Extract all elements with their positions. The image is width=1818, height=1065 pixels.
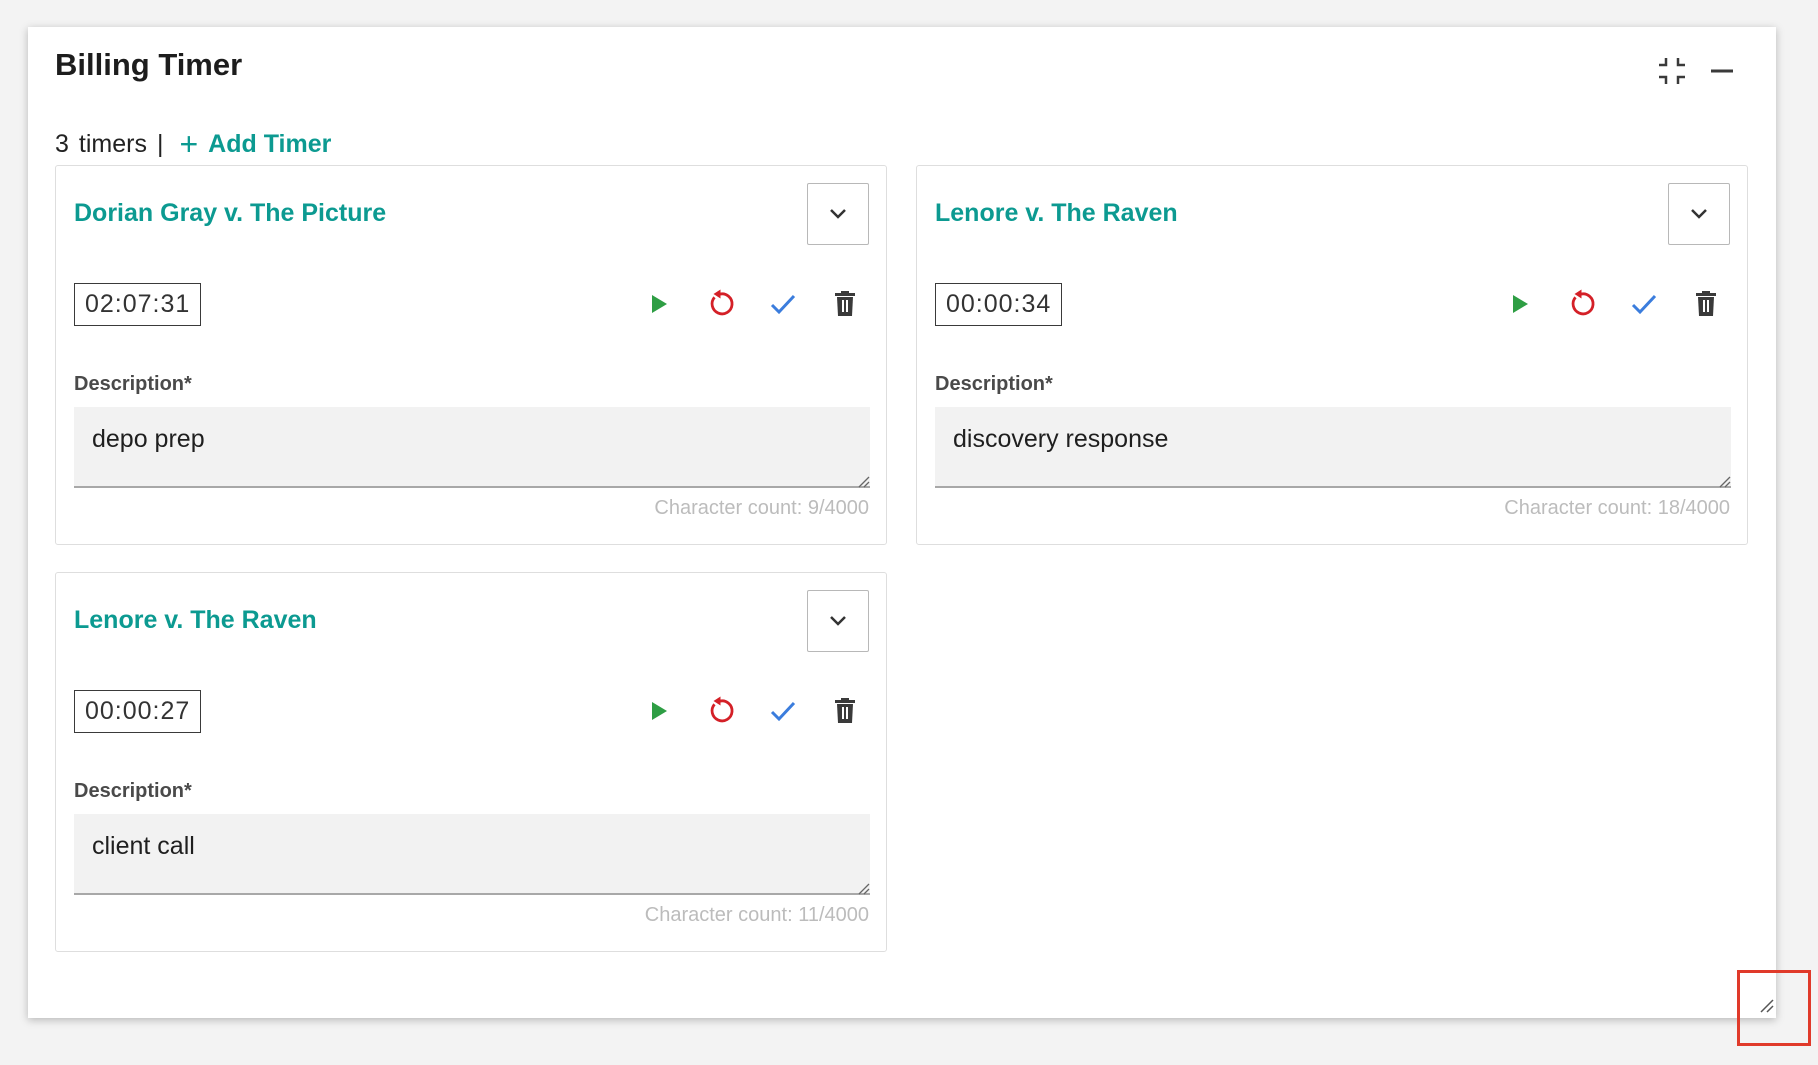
textarea-resize-grip-icon[interactable] <box>858 476 870 488</box>
play-button[interactable] <box>1496 280 1544 328</box>
timer-count: 3 <box>55 129 69 158</box>
description-field[interactable]: client call <box>74 814 870 895</box>
timer-card: Lenore v. The Raven 00:00:34 Description… <box>916 165 1748 545</box>
reset-button[interactable] <box>1558 280 1606 328</box>
reset-icon <box>710 696 734 723</box>
description-label: Description* <box>74 780 192 802</box>
timer-dropdown-button[interactable] <box>807 590 869 652</box>
confirm-button[interactable] <box>759 687 807 735</box>
description-field[interactable]: discovery response <box>935 407 1731 488</box>
add-timer-button[interactable]: + Add Timer <box>179 128 331 160</box>
panel-controls <box>1652 51 1742 91</box>
timer-dropdown-button[interactable] <box>807 183 869 245</box>
trash-icon <box>835 291 855 316</box>
description-label: Description* <box>935 373 1053 395</box>
check-icon <box>770 294 796 315</box>
delete-button[interactable] <box>1682 280 1730 328</box>
timer-card: Lenore v. The Raven 00:00:27 Description… <box>55 572 887 952</box>
chevron-down-icon <box>1691 209 1707 219</box>
compress-icon <box>1659 58 1685 84</box>
elapsed-time[interactable]: 02:07:31 <box>74 283 202 326</box>
textarea-resize-grip-icon[interactable] <box>858 883 870 895</box>
confirm-button[interactable] <box>1620 280 1668 328</box>
play-icon <box>652 702 667 720</box>
timers-label: timers <box>78 129 147 158</box>
elapsed-time[interactable]: 00:00:27 <box>74 690 202 733</box>
reset-button[interactable] <box>697 280 745 328</box>
description-label: Description* <box>74 373 192 395</box>
character-count: Character count: 9/4000 <box>654 497 869 519</box>
timer-title: Lenore v. The Raven <box>935 199 1178 227</box>
timer-title: Dorian Gray v. The Picture <box>74 199 387 227</box>
chevron-down-icon <box>830 616 846 626</box>
chevron-down-icon <box>830 209 846 219</box>
timer-title: Lenore v. The Raven <box>74 606 317 634</box>
textarea-resize-grip-icon[interactable] <box>1719 476 1731 488</box>
reset-icon <box>710 289 734 316</box>
billing-timer-panel: Billing Timer 3 timers | + Add Timer Dor… <box>28 27 1776 1018</box>
delete-button[interactable] <box>821 687 869 735</box>
character-count: Character count: 18/4000 <box>1504 497 1730 519</box>
timer-actions <box>635 687 869 735</box>
timer-card: Dorian Gray v. The Picture 02:07:31 Desc… <box>55 165 887 545</box>
play-icon <box>1513 295 1528 313</box>
resize-grip-icon[interactable] <box>1759 998 1775 1014</box>
separator: | <box>156 129 164 158</box>
timer-actions <box>1496 280 1730 328</box>
elapsed-time[interactable]: 00:00:34 <box>935 283 1063 326</box>
timer-actions <box>635 280 869 328</box>
reset-icon <box>1571 289 1595 316</box>
collapse-button[interactable] <box>1652 51 1692 91</box>
play-button[interactable] <box>635 280 683 328</box>
add-timer-label: Add Timer <box>208 129 332 158</box>
minimize-button[interactable] <box>1702 51 1742 91</box>
panel-title: Billing Timer <box>55 47 243 82</box>
minimize-icon <box>1711 69 1733 73</box>
timer-summary: 3 timers | + Add Timer <box>55 128 331 160</box>
confirm-button[interactable] <box>759 280 807 328</box>
timer-dropdown-button[interactable] <box>1668 183 1730 245</box>
check-icon <box>770 701 796 722</box>
check-icon <box>1631 294 1657 315</box>
trash-icon <box>835 698 855 723</box>
character-count: Character count: 11/4000 <box>644 904 869 926</box>
trash-icon <box>1696 291 1716 316</box>
plus-icon: + <box>179 126 199 162</box>
reset-button[interactable] <box>697 687 745 735</box>
description-field[interactable]: depo prep <box>74 407 870 488</box>
play-icon <box>652 295 667 313</box>
play-button[interactable] <box>635 687 683 735</box>
delete-button[interactable] <box>821 280 869 328</box>
